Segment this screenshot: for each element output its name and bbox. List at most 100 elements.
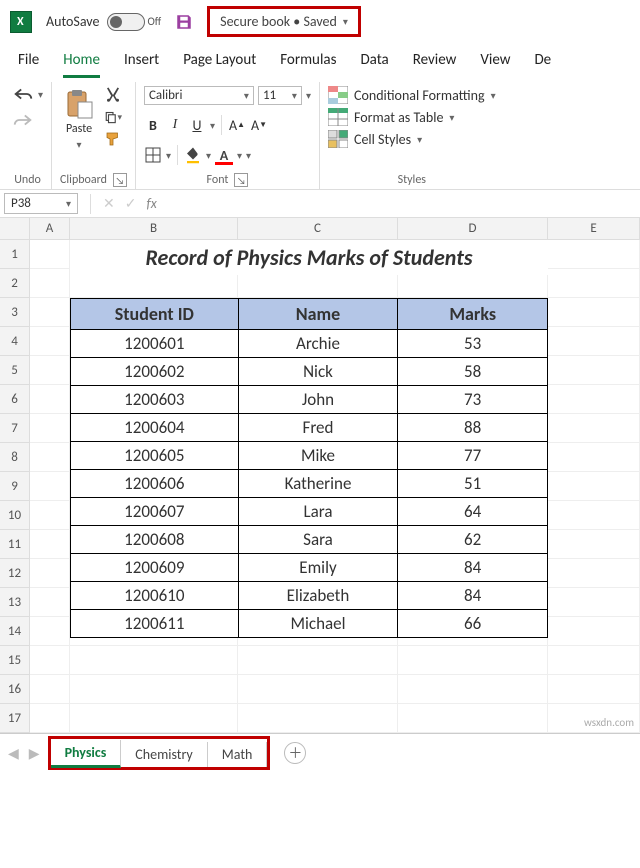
col-header-c[interactable]: C	[238, 218, 398, 240]
sheet-tab-chemistry[interactable]: Chemistry	[121, 742, 207, 767]
row-header-8[interactable]: 8	[0, 443, 30, 472]
table-row[interactable]: 1200603John73	[71, 386, 548, 414]
row-header-17[interactable]: 17	[0, 704, 30, 733]
col-name: Name	[238, 299, 398, 330]
col-header-d[interactable]: D	[398, 218, 548, 240]
row-header-11[interactable]: 11	[0, 530, 30, 559]
col-header-a[interactable]: A	[30, 218, 70, 240]
chevron-down-icon[interactable]: ▾	[166, 149, 171, 162]
row-header-12[interactable]: 12	[0, 559, 30, 588]
row-header-7[interactable]: 7	[0, 414, 30, 443]
fill-color-button[interactable]	[184, 146, 202, 164]
chevron-down-icon[interactable]: ▾	[210, 119, 215, 132]
autosave-toggle[interactable]: AutoSave Off	[46, 13, 161, 31]
col-header-b[interactable]: B	[70, 218, 238, 240]
chevron-down-icon[interactable]: ▾	[118, 112, 123, 123]
row-header-10[interactable]: 10	[0, 501, 30, 530]
dialog-launcher-icon[interactable]: ↘	[113, 173, 127, 187]
chevron-down-icon[interactable]: ▾	[237, 149, 242, 162]
save-icon[interactable]	[175, 13, 193, 31]
name-box[interactable]: P38▾	[4, 193, 78, 214]
fx-icon[interactable]: fx	[146, 195, 156, 212]
tab-data[interactable]: Data	[360, 51, 388, 78]
chevron-down-icon[interactable]: ▾	[306, 89, 311, 102]
table-row[interactable]: 1200601Archie53	[71, 330, 548, 358]
formula-bar: P38▾ ✕ ✓ fx	[0, 190, 640, 218]
chevron-down-icon: ▾	[449, 111, 454, 124]
chevron-down-icon[interactable]: ▾	[246, 149, 251, 162]
tab-home[interactable]: Home	[63, 51, 100, 78]
tab-page-layout[interactable]: Page Layout	[183, 51, 256, 78]
tab-review[interactable]: Review	[413, 51, 457, 78]
decrease-font-icon[interactable]: A▼	[250, 116, 268, 134]
chevron-down-icon[interactable]: ▾	[38, 88, 43, 101]
font-size-select[interactable]: 11▾	[258, 86, 302, 105]
toggle-switch-icon[interactable]	[107, 13, 145, 31]
document-title-button[interactable]: Secure book • Saved ▾	[207, 6, 361, 37]
copy-icon[interactable]: ▾	[104, 108, 122, 126]
sheet-next-icon[interactable]: ▶	[29, 745, 40, 762]
chevron-down-icon[interactable]: ▾	[206, 149, 211, 162]
underline-button[interactable]: U	[188, 116, 206, 134]
format-as-table-button[interactable]: Format as Table▾	[328, 108, 496, 126]
chevron-down-icon: ▾	[66, 197, 71, 210]
chevron-down-icon: ▾	[292, 89, 297, 102]
table-header-row: Student ID Name Marks	[71, 299, 548, 330]
col-header-e[interactable]: E	[548, 218, 640, 240]
italic-button[interactable]: I	[166, 116, 184, 134]
table-row[interactable]: 1200602Nick58	[71, 358, 548, 386]
row-header-13[interactable]: 13	[0, 588, 30, 617]
sheet-tab-physics[interactable]: Physics	[51, 740, 122, 768]
dialog-launcher-icon[interactable]: ↘	[234, 173, 248, 187]
row-header-16[interactable]: 16	[0, 675, 30, 704]
sheet-tab-math[interactable]: Math	[208, 742, 268, 767]
bold-button[interactable]: B	[144, 116, 162, 134]
tab-formulas[interactable]: Formulas	[280, 51, 336, 78]
column-headers: A B C D E	[0, 218, 640, 240]
row-header-6[interactable]: 6	[0, 385, 30, 414]
increase-font-icon[interactable]: A▲	[228, 116, 246, 134]
sheet-tabs: Physics Chemistry Math	[48, 736, 271, 770]
row-header-5[interactable]: 5	[0, 356, 30, 385]
new-sheet-button[interactable]: ＋	[284, 742, 306, 764]
tab-more[interactable]: De	[534, 51, 551, 78]
excel-app-icon	[10, 11, 32, 33]
tab-insert[interactable]: Insert	[124, 51, 159, 78]
tab-file[interactable]: File	[18, 51, 39, 78]
row-header-15[interactable]: 15	[0, 646, 30, 675]
paste-button[interactable]: Paste ▾	[60, 86, 98, 153]
worksheet-grid[interactable]: 1 2 3 4 5 6 7 8 9 10 11 12 13 14 15 16 1…	[0, 240, 640, 733]
row-header-14[interactable]: 14	[0, 617, 30, 646]
font-color-button[interactable]: A	[215, 146, 233, 164]
row-header-3[interactable]: 3	[0, 298, 30, 327]
cell-styles-button[interactable]: Cell Styles▾	[328, 130, 496, 148]
chevron-down-icon: ▾	[244, 89, 249, 102]
ribbon-group-clipboard: Paste ▾ ▾ Clipboard ↘	[52, 82, 136, 189]
table-row[interactable]: 1200605Mike77	[71, 442, 548, 470]
table-row[interactable]: 1200609Emily84	[71, 554, 548, 582]
document-title-text: Secure book • Saved	[220, 13, 337, 30]
ribbon-tabs: File Home Insert Page Layout Formulas Da…	[0, 43, 640, 78]
sheet-prev-icon[interactable]: ◀	[8, 745, 19, 762]
table-row[interactable]: 1200611Michael66	[71, 610, 548, 638]
row-header-2[interactable]: 2	[0, 269, 30, 298]
table-row[interactable]: 1200610Elizabeth84	[71, 582, 548, 610]
redo-button[interactable]	[12, 112, 34, 128]
table-row[interactable]: 1200606Katherine51	[71, 470, 548, 498]
watermark: wsxdn.com	[584, 716, 634, 729]
format-painter-icon[interactable]	[104, 130, 122, 148]
select-all-corner[interactable]	[0, 218, 30, 240]
cut-icon[interactable]	[104, 86, 122, 104]
row-header-9[interactable]: 9	[0, 472, 30, 501]
conditional-formatting-button[interactable]: Conditional Formatting▾	[328, 86, 496, 104]
table-row[interactable]: 1200607Lara64	[71, 498, 548, 526]
font-name-select[interactable]: Calibri▾	[144, 86, 254, 105]
table-row[interactable]: 1200608Sara62	[71, 526, 548, 554]
table-row[interactable]: 1200604Fred88	[71, 414, 548, 442]
tab-view[interactable]: View	[480, 51, 510, 78]
undo-button[interactable]: ▾	[12, 86, 43, 102]
formula-input[interactable]	[167, 202, 636, 206]
borders-button[interactable]	[144, 146, 162, 164]
row-header-4[interactable]: 4	[0, 327, 30, 356]
row-header-1[interactable]: 1	[0, 240, 30, 269]
